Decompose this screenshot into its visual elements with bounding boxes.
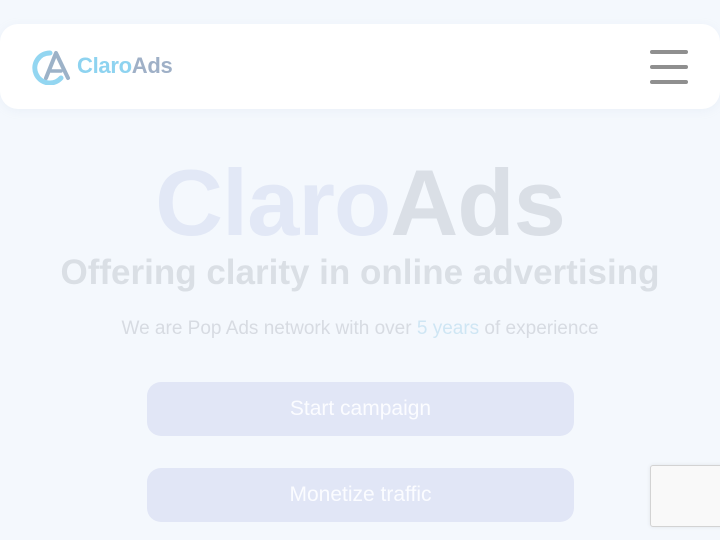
hero-title-claro: Claro xyxy=(155,150,391,255)
hero-title: ClaroAds xyxy=(0,148,720,258)
logo-text: ClaroAds xyxy=(77,53,173,79)
site-header: ClaroAds xyxy=(0,24,720,109)
hero-title-ads: Ads xyxy=(390,150,566,255)
hamburger-menu-icon[interactable] xyxy=(650,50,688,84)
recaptcha-badge[interactable] xyxy=(650,465,720,527)
menu-bar-bottom xyxy=(650,80,688,84)
hero-description: We are Pop Ads network with over 5 years… xyxy=(0,316,720,342)
hero-subtitle: Offering clarity in online advertising xyxy=(60,253,660,292)
menu-bar-middle xyxy=(650,65,688,69)
start-campaign-button[interactable]: Start campaign xyxy=(147,382,574,436)
logo-text-ads: Ads xyxy=(131,53,173,78)
logo-link[interactable]: ClaroAds xyxy=(30,47,173,85)
page: ClaroAds ClaroAds Offering clarity in on… xyxy=(0,0,720,540)
hero-desc-before: We are Pop Ads network with over xyxy=(121,318,417,339)
hero-desc-highlight: 5 years xyxy=(416,318,480,339)
claroads-logo-icon xyxy=(32,50,70,85)
menu-bar-top xyxy=(650,50,688,54)
logo-text-claro: Claro xyxy=(77,53,132,78)
hero-desc-after: of experience xyxy=(479,318,599,339)
monetize-traffic-button[interactable]: Monetize traffic xyxy=(147,468,574,522)
